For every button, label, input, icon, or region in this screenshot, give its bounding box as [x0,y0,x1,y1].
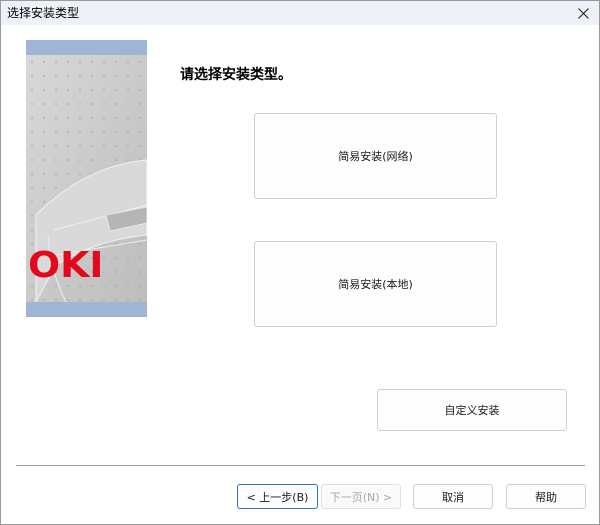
footer-separator [16,465,585,466]
window-title: 选择安装类型 [7,6,80,20]
page-heading: 请选择安装类型。 [180,67,292,83]
local-install-label: 简易安装(本地) [338,278,413,291]
back-button[interactable]: < 上一步(B) [237,484,318,509]
banner-bottom-stripe [26,302,147,317]
back-label: < 上一步(B) [246,490,309,504]
next-button[interactable]: 下一页(N) > [321,484,401,509]
close-icon [577,7,589,19]
custom-install-button[interactable]: 自定义安装 [377,389,567,431]
next-label: 下一页(N) > [329,490,393,504]
network-install-label: 简易安装(网络) [338,150,413,163]
local-install-button[interactable]: 简易安装(本地) [254,241,497,327]
cancel-button[interactable]: 取消 [413,484,493,509]
oki-logo: OKI [28,245,104,286]
banner-top-stripe [26,40,147,55]
custom-install-label: 自定义安装 [444,404,500,417]
network-install-button[interactable]: 简易安装(网络) [254,113,497,199]
help-label: 帮助 [535,490,557,504]
cancel-label: 取消 [442,490,464,504]
close-button[interactable] [573,3,593,23]
dialog-content: OKI 请选择安装类型。 简易安装(网络) 简易安装(本地) 自定义安装 < 上… [1,25,599,524]
oki-banner-image: OKI [26,40,147,317]
title-bar: 选择安装类型 [1,1,599,25]
setup-dialog: 选择安装类型 OKI 请选择安装类型。 简易安装(网络) 简易安装(本地) 自定… [0,0,600,525]
help-button[interactable]: 帮助 [506,484,586,509]
